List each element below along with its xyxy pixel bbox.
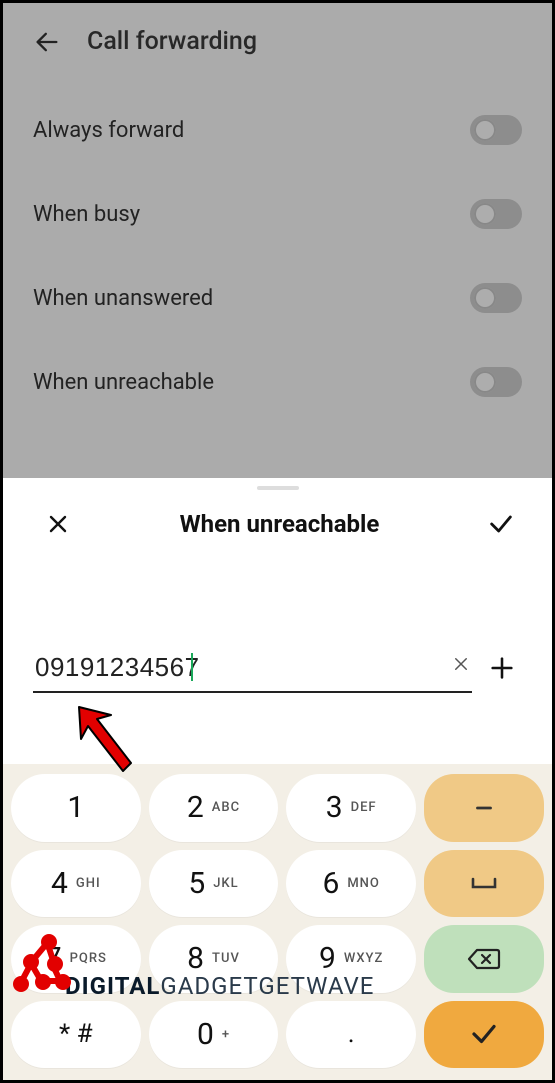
toggle-switch[interactable] (470, 199, 522, 229)
key-7[interactable]: 7PQRS (11, 925, 141, 993)
close-icon[interactable] (43, 512, 73, 536)
toggle-switch[interactable] (470, 367, 522, 397)
toggle-switch[interactable] (470, 283, 522, 313)
text-caret (191, 653, 193, 681)
clear-input-icon[interactable] (452, 654, 470, 679)
key-3[interactable]: 3DEF (286, 774, 416, 842)
page-title: Call forwarding (87, 27, 257, 56)
key-2[interactable]: 2ABC (149, 774, 279, 842)
key-1[interactable]: 1 (11, 774, 141, 842)
option-label: When unreachable (33, 370, 214, 395)
confirm-icon[interactable] (486, 510, 516, 538)
key-space[interactable] (424, 850, 544, 918)
call-forwarding-page: Call forwarding Always forward When busy… (3, 3, 552, 478)
option-label: When busy (33, 202, 140, 227)
phone-number-input[interactable] (33, 648, 472, 693)
key-minus[interactable] (424, 774, 544, 842)
option-when-busy[interactable]: When busy (33, 172, 522, 256)
dialer-keypad: 1 2ABC 3DEF 4GHI 5JKL 6MNO 7PQRS 8TUV 9W… (3, 764, 552, 1080)
key-confirm[interactable] (424, 1001, 544, 1069)
key-8[interactable]: 8TUV (149, 925, 279, 993)
sheet-title: When unreachable (180, 510, 380, 538)
add-contact-icon[interactable] (482, 651, 522, 693)
option-label: Always forward (33, 118, 184, 143)
key-4[interactable]: 4GHI (11, 850, 141, 918)
toggle-switch[interactable] (470, 115, 522, 145)
key-backspace[interactable] (424, 925, 544, 993)
back-icon[interactable] (33, 28, 61, 56)
key-star-hash[interactable]: * # (11, 1001, 141, 1069)
key-5[interactable]: 5JKL (149, 850, 279, 918)
option-always-forward[interactable]: Always forward (33, 88, 522, 172)
option-when-unanswered[interactable]: When unanswered (33, 256, 522, 340)
option-label: When unanswered (33, 286, 213, 311)
option-when-unreachable[interactable]: When unreachable (33, 340, 522, 424)
key-6[interactable]: 6MNO (286, 850, 416, 918)
key-9[interactable]: 9WXYZ (286, 925, 416, 993)
key-0[interactable]: 0+ (149, 1001, 279, 1069)
key-period[interactable]: . (286, 1001, 416, 1069)
